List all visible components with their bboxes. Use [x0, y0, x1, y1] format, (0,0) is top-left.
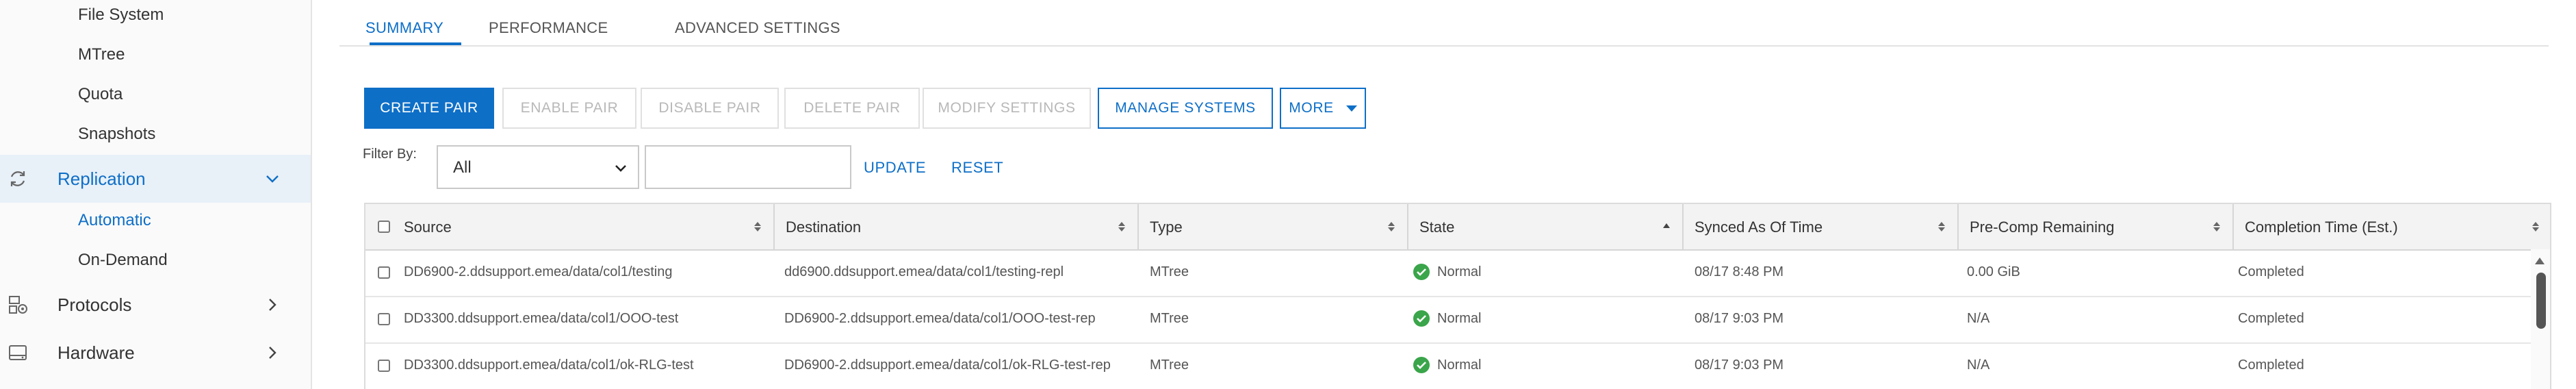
modify-settings-button[interactable]: MODIFY SETTINGS [923, 88, 1091, 129]
check-circle-icon [1413, 357, 1430, 373]
create-pair-button[interactable]: CREATE PAIR [364, 88, 494, 129]
column-label: Destination [786, 218, 862, 236]
row-checkbox[interactable] [378, 360, 390, 372]
column-header-completion-time[interactable]: Completion Time (Est.) [2232, 204, 2550, 249]
sidebar: File System MTree Quota Snapshots Replic… [0, 0, 312, 389]
column-header-pre-comp-remaining[interactable]: Pre-Comp Remaining [1957, 204, 2232, 249]
row-checkbox[interactable] [378, 266, 390, 279]
chevron-right-icon[interactable] [263, 296, 281, 314]
filter-select-value: All [453, 158, 472, 177]
column-header-state[interactable]: State [1407, 204, 1682, 249]
column-label: Pre-Comp Remaining [1970, 218, 2115, 236]
sort-icon [754, 222, 761, 231]
column-label: Synced As Of Time [1695, 218, 1823, 236]
active-tab-indicator [370, 42, 461, 45]
sidebar-item-protocols[interactable]: Protocols [0, 281, 311, 329]
delete-pair-button[interactable]: DELETE PAIR [784, 88, 920, 129]
cell-type: MTree [1150, 264, 1189, 279]
sidebar-item-quota[interactable]: Quota [78, 85, 123, 104]
sort-icon [1938, 222, 1945, 231]
sidebar-item-automatic[interactable]: Automatic [78, 211, 151, 230]
cell-type: MTree [1150, 357, 1189, 373]
column-header-synced-as-of-time[interactable]: Synced As Of Time [1682, 204, 1957, 249]
column-label: Type [1150, 218, 1183, 236]
column-label: Source [404, 218, 452, 236]
sidebar-item-mtree[interactable]: MTree [78, 45, 125, 64]
disable-pair-button[interactable]: DISABLE PAIR [641, 88, 779, 129]
cell-state: Normal [1437, 264, 1482, 279]
more-button[interactable]: MORE [1280, 88, 1366, 129]
sidebar-item-label: Protocols [57, 294, 132, 315]
sidebar-item-hardware[interactable]: Hardware [0, 329, 311, 377]
cell-state: Normal [1437, 311, 1482, 326]
sidebar-item-snapshots[interactable]: Snapshots [78, 125, 155, 144]
manage-systems-button[interactable]: MANAGE SYSTEMS [1098, 88, 1273, 129]
select-all-checkbox[interactable] [378, 221, 390, 233]
replication-table: Source Destination Type State Synced As … [364, 203, 2551, 389]
sort-icon [1388, 222, 1395, 231]
column-label: State [1419, 218, 1455, 236]
check-circle-icon [1413, 310, 1430, 327]
tab-performance[interactable]: PERFORMANCE [489, 19, 608, 37]
column-header-destination[interactable]: Destination [773, 204, 1137, 249]
column-header-source[interactable]: Source [393, 204, 773, 249]
cell-synced-time: 08/17 9:03 PM [1695, 311, 1784, 326]
filter-text-input[interactable] [645, 145, 851, 189]
sidebar-item-replication[interactable]: Replication [0, 155, 311, 203]
update-button[interactable]: UPDATE [864, 159, 926, 177]
cell-completion-time: Completed [2238, 264, 2304, 279]
cell-source: DD6900-2.ddsupport.emea/data/col1/testin… [404, 264, 673, 279]
tab-bar: SUMMARY PERFORMANCE ADVANCED SETTINGS [339, 15, 2549, 47]
filter-label: Filter By: [363, 147, 417, 162]
hardware-icon [9, 345, 27, 360]
cell-pre-comp-remaining: N/A [1967, 311, 1990, 326]
chevron-down-icon[interactable] [263, 170, 281, 188]
cell-pre-comp-remaining: 0.00 GiB [1967, 264, 2020, 279]
table-row[interactable]: DD3300.ddsupport.emea/data/col1/OOO-test… [365, 296, 2550, 344]
sort-icon [1118, 222, 1125, 231]
row-checkbox[interactable] [378, 313, 390, 325]
sidebar-item-on-demand[interactable]: On-Demand [78, 251, 168, 270]
cell-destination: DD6900-2.ddsupport.emea/data/col1/OOO-te… [784, 311, 1096, 326]
enable-pair-button[interactable]: ENABLE PAIR [502, 88, 636, 129]
table-header: Source Destination Type State Synced As … [365, 204, 2550, 251]
chevron-down-icon [615, 165, 626, 172]
cell-destination: dd6900.ddsupport.emea/data/col1/testing-… [784, 264, 1064, 279]
protocols-icon [9, 296, 27, 314]
tab-advanced-settings[interactable]: ADVANCED SETTINGS [675, 19, 840, 37]
chevron-right-icon[interactable] [263, 344, 281, 362]
filter-select[interactable]: All [437, 145, 639, 189]
sidebar-item-file-system[interactable]: File System [78, 5, 164, 25]
cell-synced-time: 08/17 9:03 PM [1695, 357, 1784, 373]
table-row[interactable]: DD6900-2.ddsupport.emea/data/col1/testin… [365, 249, 2550, 297]
sort-ascending-icon [1663, 223, 1670, 228]
cell-synced-time: 08/17 8:48 PM [1695, 264, 1784, 279]
column-header-type[interactable]: Type [1137, 204, 1407, 249]
cell-pre-comp-remaining: N/A [1967, 357, 1990, 373]
sync-icon [10, 171, 25, 186]
cell-source: DD3300.ddsupport.emea/data/col1/OOO-test [404, 311, 679, 326]
check-circle-icon [1413, 264, 1430, 280]
sort-icon [2213, 222, 2220, 231]
caret-down-icon [1345, 105, 1357, 112]
cell-type: MTree [1150, 311, 1189, 326]
cell-state: Normal [1437, 357, 1482, 373]
cell-destination: DD6900-2.ddsupport.emea/data/col1/ok-RLG… [784, 357, 1111, 373]
cell-completion-time: Completed [2238, 311, 2304, 326]
reset-button[interactable]: RESET [951, 159, 1003, 177]
scroll-up-arrow-icon[interactable] [2535, 258, 2545, 264]
sort-icon [2532, 222, 2539, 231]
main-content: SUMMARY PERFORMANCE ADVANCED SETTINGS CR… [312, 0, 2576, 389]
scrollbar-thumb[interactable] [2536, 273, 2546, 329]
sidebar-item-label: Hardware [57, 342, 135, 363]
sidebar-item-label: Replication [57, 168, 146, 189]
cell-source: DD3300.ddsupport.emea/data/col1/ok-RLG-t… [404, 357, 694, 373]
tab-summary[interactable]: SUMMARY [365, 19, 443, 37]
table-row[interactable]: DD3300.ddsupport.emea/data/col1/ok-RLG-t… [365, 342, 2550, 389]
column-label: Completion Time (Est.) [2245, 218, 2398, 236]
more-button-label: MORE [1289, 100, 1334, 116]
cell-completion-time: Completed [2238, 357, 2304, 373]
